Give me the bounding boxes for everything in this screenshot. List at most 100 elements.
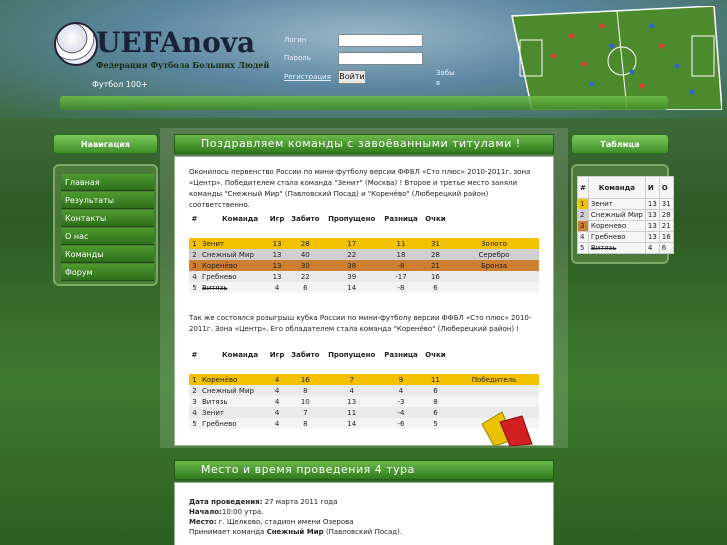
table-header-cell: Очки (425, 351, 446, 359)
table-cell: 18 (380, 249, 422, 260)
table-cell: 4 (266, 407, 288, 418)
site-tagline: Федерация Футбола Больших Людей (96, 60, 270, 70)
table-cell: 4 (189, 271, 200, 282)
standings-row: 5 Витязь 4 6 (577, 242, 674, 254)
table-header-cell: Разница (384, 215, 418, 223)
password-label: Пароль (284, 54, 311, 62)
table-header-cell (449, 211, 539, 227)
nav-item-contacts[interactable]: Контакты (61, 210, 154, 227)
table-cell: Зенит (199, 238, 267, 249)
table-cell: 6 (421, 385, 449, 396)
nav-item-about[interactable]: О нас (61, 228, 154, 245)
table-cell: 8 (287, 385, 324, 396)
table-cell: 17 (323, 238, 381, 249)
nav-title: Навигация (53, 134, 158, 154)
password-input[interactable] (338, 52, 423, 65)
login-button[interactable]: Войти (338, 70, 366, 84)
table-cell: 10 (287, 396, 324, 407)
nav-item-home[interactable]: Главная (61, 174, 154, 191)
start-label: Начало: (189, 508, 222, 516)
table-cell: Серебро (449, 249, 539, 260)
standings-cell: 28 (658, 209, 674, 221)
table-cell: 13 (266, 260, 288, 271)
standings-row: 4 Гребнево 13 16 (577, 231, 674, 243)
table-header-cell: Пропущено (328, 215, 376, 223)
table-cell: 7 (323, 374, 381, 385)
table-cell: 2 (189, 385, 200, 396)
table-cell: Зенит (199, 407, 267, 418)
standings-cell: 2 (577, 209, 589, 221)
news-paragraph: Оконилось первенство России по мини-футб… (189, 168, 531, 209)
standings-header: # (577, 176, 589, 199)
standings-cell: 5 (577, 242, 589, 254)
host-suffix: (Павловский Посад). (323, 528, 403, 536)
table-row: 3 Коренёво 13 30 38 -8 21 Бронза (189, 260, 539, 271)
standings-cell: 13 (644, 220, 660, 232)
table-header-cell: Команда (221, 215, 259, 223)
table-header-cell: Забито (291, 215, 320, 223)
nav-item-forum[interactable]: Форум (61, 264, 154, 281)
league-table: # Команда Игр Забито Пропущено Разница О… (189, 211, 539, 293)
standings-cell: 3 (577, 220, 589, 232)
table-cell: Снежный Мир (199, 385, 267, 396)
table-cell: 5 (421, 418, 449, 429)
standings-cell: 13 (644, 231, 660, 243)
table-cell: 4 (266, 282, 288, 293)
table-cell: Золото (449, 238, 539, 249)
table-cell: 40 (287, 249, 324, 260)
round-place: Место: г. Щелково, стадион имени Озерова (189, 517, 539, 527)
table-row: 1 Коренёво 4 16 7 9 11 Победитель (189, 374, 539, 385)
table-cell: -4 (380, 407, 422, 418)
start-value: 10:00 утра. (221, 508, 264, 516)
forgot-line1: Забы (436, 69, 455, 77)
standings-header: О (658, 176, 674, 199)
table-cell: 28 (421, 249, 449, 260)
table-row: 1 Зенит 13 28 17 11 31 Золото (189, 238, 539, 249)
table-cell: 4 (266, 374, 288, 385)
table-cell: 6 (287, 282, 324, 293)
login-label: Логин (284, 36, 307, 44)
table-cell: Гребнево (199, 271, 267, 282)
standings-cell: 4 (644, 242, 660, 254)
table-cell: Витязь (199, 396, 267, 407)
table-cell: 16 (287, 374, 324, 385)
nav-item-teams[interactable]: Команды (61, 246, 154, 263)
round-content: Дата проведения: 27 марта 2011 года Нача… (174, 482, 554, 545)
round-date: Дата проведения: 27 марта 2011 года (189, 497, 539, 507)
table-cell: 11 (421, 374, 449, 385)
table-cell: -17 (380, 271, 422, 282)
table-header: # Команда Игр Забито Пропущено Разница О… (189, 211, 539, 227)
table-cell: 8 (287, 418, 324, 429)
table-cell: Снежный Мир (199, 249, 267, 260)
standings-row: 1 Зенит 13 31 (577, 198, 674, 210)
table-header-cell (449, 347, 539, 363)
forgot-line2: в (436, 79, 441, 87)
table-cell: Бронза (449, 260, 539, 271)
forgot-password-link[interactable]: Забы в (436, 68, 455, 88)
register-link[interactable]: Регистрация (284, 73, 331, 81)
round-start: Начало:10:00 утра. (189, 507, 539, 517)
table-cell: 4 (380, 385, 422, 396)
table-cell (449, 271, 539, 282)
news-content: Оконилось первенство России по мини-футб… (174, 156, 554, 446)
table-cell: 39 (323, 271, 381, 282)
standings-row: 2 Снежный Мир 13 28 (577, 209, 674, 221)
standings-cell: 1 (577, 198, 589, 210)
standings-cell: Гребнево (587, 231, 646, 243)
table-cell: 5 (189, 282, 200, 293)
table-header-cell: Разница (384, 351, 418, 359)
table-row: 5 Витязь 4 6 14 -8 6 (189, 282, 539, 293)
site-logo[interactable]: UEFAnova (96, 26, 255, 59)
table-cell: 7 (287, 407, 324, 418)
table-cell: Витязь (199, 282, 267, 293)
login-input[interactable] (338, 34, 423, 47)
counter-text: Футбол 100+ (92, 80, 148, 89)
table-header-cell: # (191, 215, 198, 223)
referee-cards-icon (481, 411, 533, 446)
table-header: # Команда Игр Забито Пропущено Разница О… (189, 347, 539, 363)
nav-item-results[interactable]: Результаты (61, 192, 154, 209)
round-host: Принимает команда Снежный Мир (Павловски… (189, 527, 539, 537)
standings-cell: 31 (658, 198, 674, 210)
header-bar (60, 96, 668, 110)
table-cell: 4 (323, 385, 381, 396)
